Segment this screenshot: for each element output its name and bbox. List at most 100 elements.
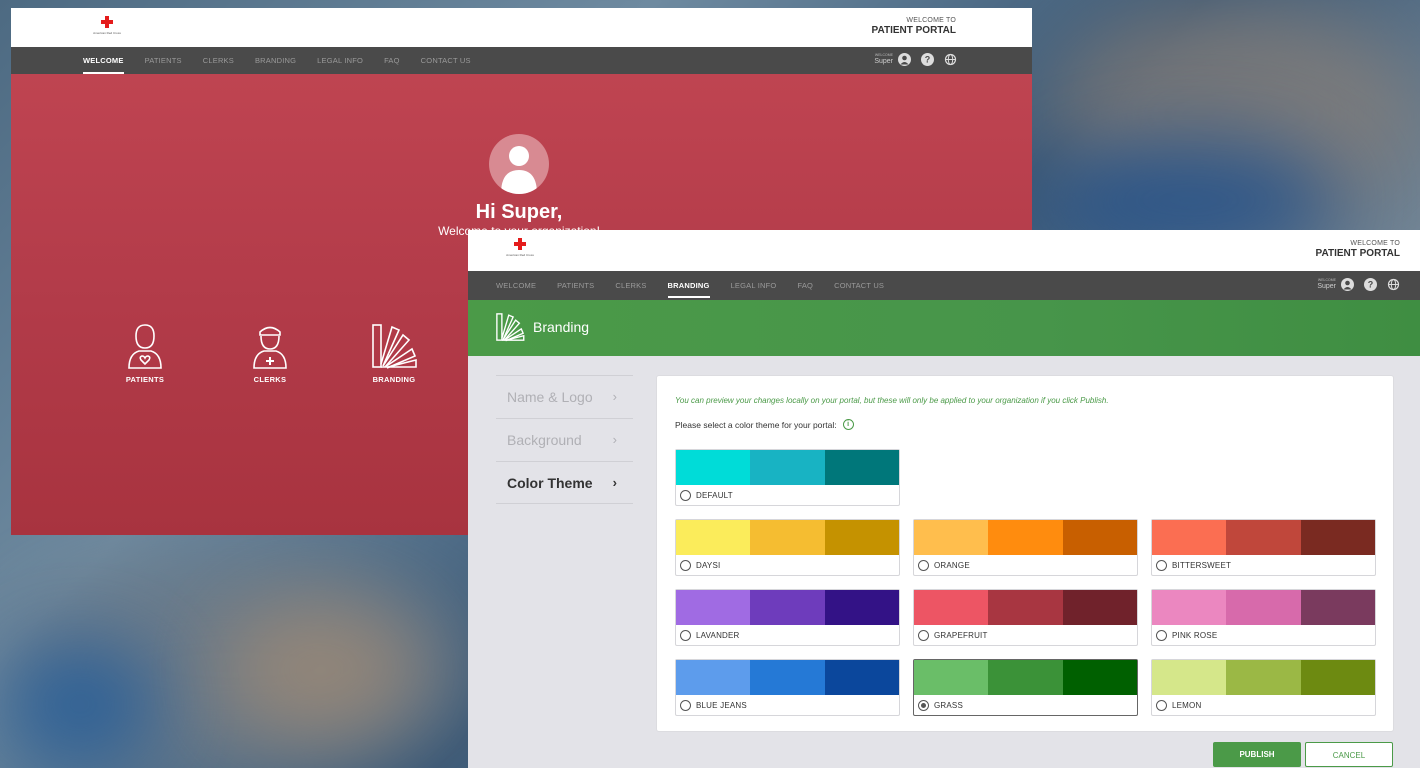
nurse-icon: [253, 326, 287, 369]
theme-option-default[interactable]: DEFAULT: [675, 449, 900, 506]
theme-option-blue-jeans[interactable]: BLUE JEANS: [675, 659, 900, 716]
color-palette-icon: [496, 313, 525, 342]
theme-radio[interactable]: [1156, 629, 1167, 641]
svg-text:?: ?: [925, 55, 931, 65]
branding-sidebar: Name & Logo › Background › Color Theme ›: [496, 375, 633, 504]
color-block: [824, 590, 899, 625]
theme-radio[interactable]: [680, 559, 691, 571]
color-block: [824, 660, 899, 695]
publish-button[interactable]: PUBLISH: [1213, 742, 1301, 767]
theme-option-daysi[interactable]: DAYSI: [675, 519, 900, 576]
color-block: [1300, 520, 1375, 555]
nav-legal-info[interactable]: LEGAL INFO: [731, 271, 777, 298]
theme-radio[interactable]: [680, 489, 691, 501]
nav-branding[interactable]: BRANDING: [255, 47, 296, 74]
theme-color-strip: [676, 660, 899, 695]
color-block: [750, 450, 825, 485]
color-block: [1300, 660, 1375, 695]
red-cross-logo[interactable]: American Red Cross: [87, 16, 127, 42]
nav-patients[interactable]: PATIENTS: [557, 271, 594, 298]
help-icon[interactable]: ?: [1364, 278, 1377, 291]
theme-option-pink-rose[interactable]: PINK ROSE: [1151, 589, 1376, 646]
theme-color-strip: [676, 520, 899, 555]
nav-welcome[interactable]: WELCOME: [83, 47, 124, 74]
sidebar-item-background[interactable]: Background ›: [496, 418, 633, 461]
theme-option-bittersweet[interactable]: BITTERSWEET: [1151, 519, 1376, 576]
red-cross-logo[interactable]: American Red Cross: [500, 238, 540, 264]
nav-patients[interactable]: PATIENTS: [145, 47, 182, 74]
red-cross-icon: [101, 16, 113, 28]
color-block: [824, 520, 899, 555]
color-block: [676, 520, 751, 555]
nav-contact-us[interactable]: CONTACT US: [834, 271, 884, 298]
theme-name: DEFAULT: [696, 490, 733, 500]
cancel-button[interactable]: CANCEL: [1305, 742, 1393, 767]
sidebar-item-color-theme[interactable]: Color Theme ›: [496, 461, 633, 504]
theme-option-grapefruit[interactable]: GRAPEFRUIT: [913, 589, 1138, 646]
nav-faq[interactable]: FAQ: [797, 271, 813, 298]
chevron-right-icon: ›: [612, 475, 617, 490]
portal-title: WELCOME TO PATIENT PORTAL: [1315, 240, 1400, 259]
background-blur: [0, 640, 160, 768]
sidebar-item-name-logo[interactable]: Name & Logo ›: [496, 375, 633, 418]
nav-clerks[interactable]: CLERKS: [615, 271, 646, 298]
tile-clerks[interactable]: CLERKS: [235, 322, 305, 384]
theme-radio[interactable]: [918, 629, 929, 641]
color-block: [750, 520, 825, 555]
color-block: [1226, 590, 1301, 625]
portal-title: WELCOME TO PATIENT PORTAL: [871, 17, 956, 36]
nav-faq[interactable]: FAQ: [384, 47, 400, 74]
globe-icon[interactable]: [944, 53, 957, 66]
theme-radio[interactable]: [918, 559, 929, 571]
info-icon[interactable]: i: [842, 419, 854, 430]
theme-option-grass[interactable]: GRASS: [913, 659, 1138, 716]
color-block: [1226, 660, 1301, 695]
user-area: WELCOME Super ?: [874, 53, 957, 66]
color-block: [914, 590, 989, 625]
page-title: Branding: [533, 319, 590, 335]
svg-text:?: ?: [1368, 280, 1374, 290]
user-avatar-icon: [489, 134, 549, 194]
theme-radio[interactable]: [1156, 559, 1167, 571]
theme-prompt: Please select a color theme for your por…: [675, 419, 854, 430]
color-block: [988, 520, 1063, 555]
theme-option-lemon[interactable]: LEMON: [1151, 659, 1376, 716]
theme-name: BLUE JEANS: [696, 700, 747, 710]
theme-name: GRAPEFRUIT: [934, 630, 988, 640]
color-block: [914, 660, 989, 695]
theme-radio[interactable]: [680, 629, 691, 641]
color-block: [1062, 520, 1137, 555]
theme-color-strip: [676, 450, 899, 485]
background-blur: [220, 600, 420, 740]
help-icon[interactable]: ?: [921, 53, 934, 66]
color-block: [914, 520, 989, 555]
nav-welcome[interactable]: WELCOME: [496, 271, 536, 298]
globe-icon[interactable]: [1387, 278, 1400, 291]
theme-color-strip: [1152, 520, 1375, 555]
theme-radio[interactable]: [1156, 699, 1167, 711]
main-nav: WELCOME PATIENTS CLERKS BRANDING LEGAL INFO F…: [468, 271, 1420, 300]
chevron-right-icon: ›: [612, 389, 617, 404]
nav-legal-info[interactable]: LEGAL INFO: [317, 47, 363, 74]
color-block: [1152, 660, 1227, 695]
tile-patients[interactable]: PATIENTS: [110, 322, 180, 384]
tile-branding[interactable]: BRANDING: [359, 322, 429, 384]
nav-contact-us[interactable]: CONTACT US: [421, 47, 471, 74]
theme-radio[interactable]: [918, 699, 929, 711]
theme-option-orange[interactable]: ORANGE: [913, 519, 1138, 576]
user-avatar-icon[interactable]: [898, 53, 911, 66]
nav-branding[interactable]: BRANDING: [667, 271, 710, 298]
color-block: [988, 590, 1063, 625]
theme-option-lavander[interactable]: LAVANDER: [675, 589, 900, 646]
nav-clerks[interactable]: CLERKS: [203, 47, 234, 74]
color-block: [1226, 520, 1301, 555]
org-name: American Red Cross: [506, 253, 534, 257]
theme-radio[interactable]: [680, 699, 691, 711]
user-avatar-icon[interactable]: [1341, 278, 1354, 291]
color-block: [1152, 520, 1227, 555]
header-bar: American Red Cross WELCOME TO PATIENT PO…: [468, 230, 1420, 271]
color-block: [676, 450, 751, 485]
theme-name: DAYSI: [696, 560, 721, 570]
color-block: [1062, 660, 1137, 695]
color-block: [1152, 590, 1227, 625]
